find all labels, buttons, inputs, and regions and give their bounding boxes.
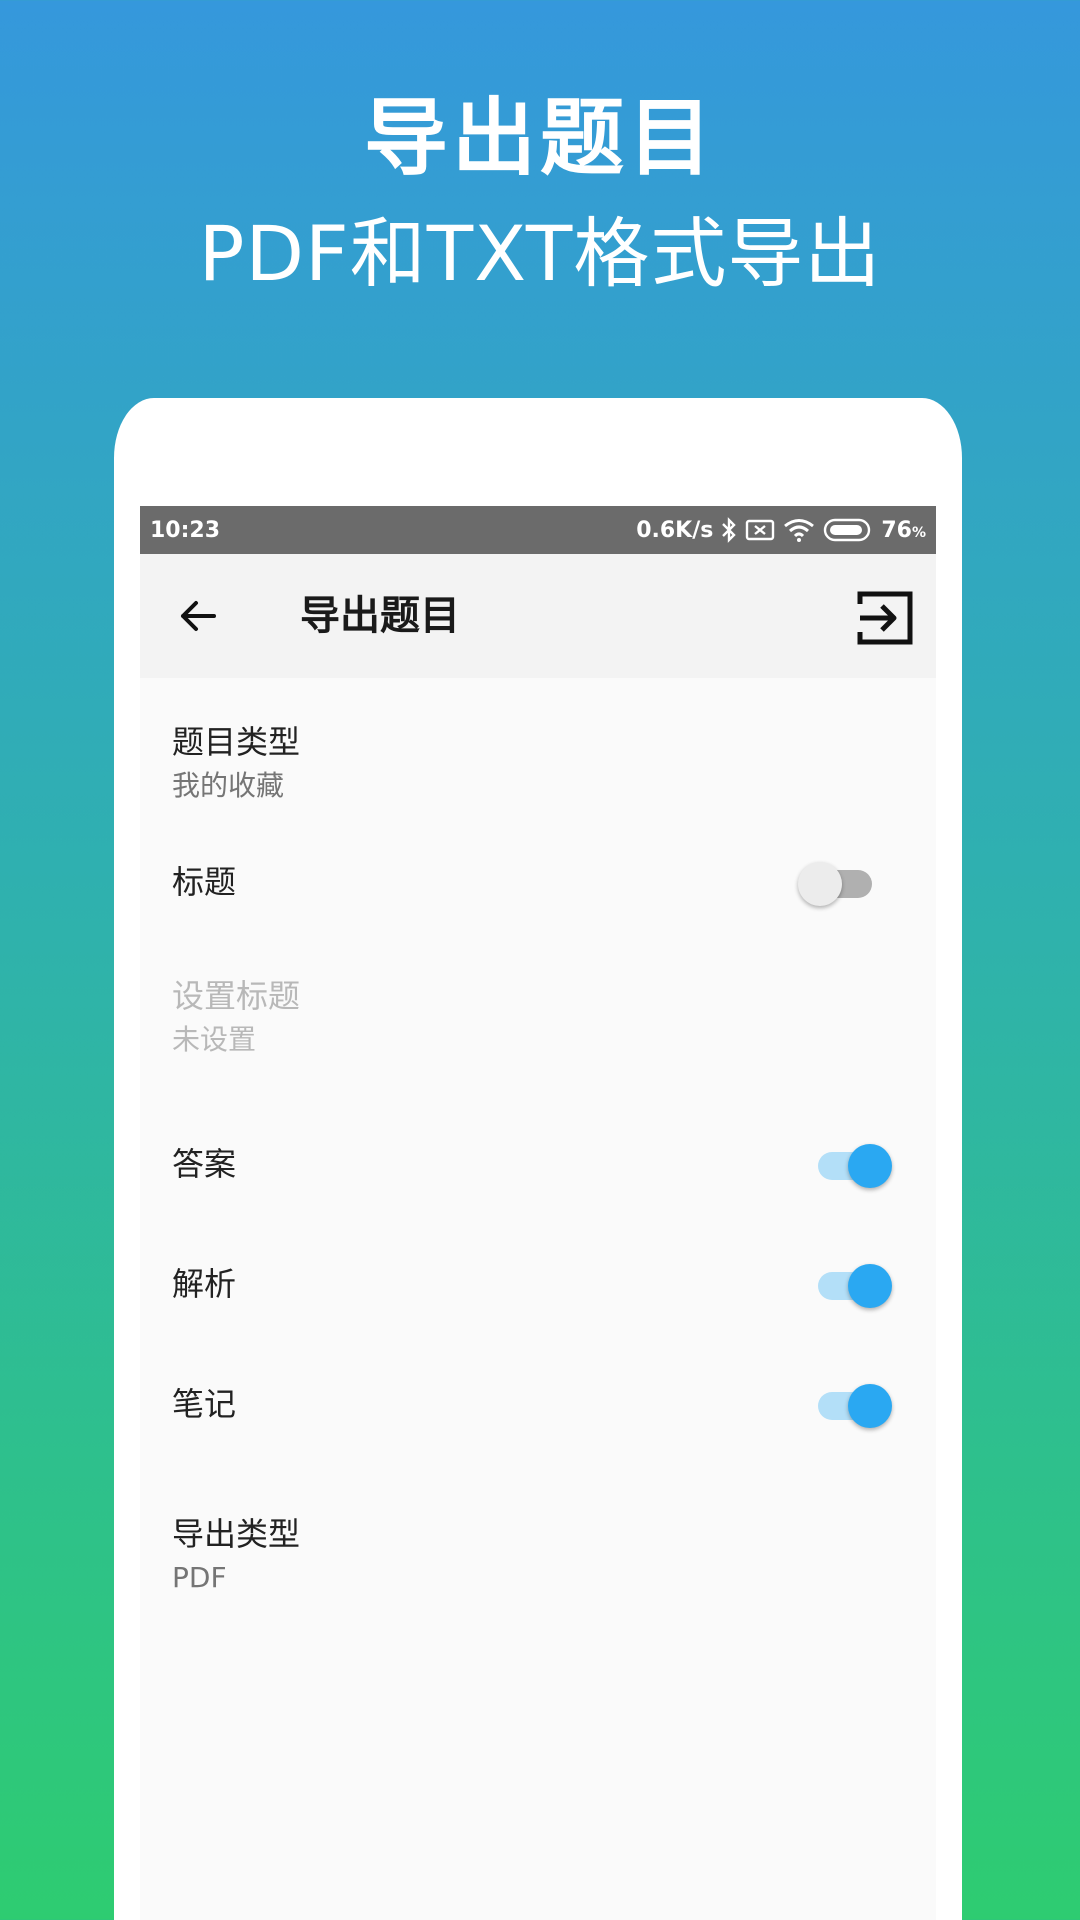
arrow-left-icon	[181, 601, 216, 631]
setting-heading[interactable]: 标题	[140, 828, 936, 936]
setting-export-type[interactable]: 导出类型 PDF	[140, 1478, 936, 1608]
setting-export-type-title: 导出类型	[172, 1515, 301, 1553]
back-button[interactable]	[174, 592, 222, 640]
app-screen: 10:23 0.6K/s 76% 导出题目 题目类型 我的收藏 标题 设置标题 …	[140, 506, 936, 1920]
app-bar: 导出题目	[140, 554, 936, 678]
export-button[interactable]	[856, 588, 916, 648]
setting-export-type-value: PDF	[172, 1561, 227, 1594]
wifi-icon	[783, 518, 815, 542]
status-right: 0.6K/s 76%	[636, 517, 926, 543]
setting-heading-title: 标题	[172, 863, 237, 901]
setting-set-heading-value: 未设置	[172, 1023, 257, 1056]
battery-level: 76%	[881, 517, 926, 543]
setting-answer-title: 答案	[172, 1145, 237, 1183]
answer-toggle[interactable]	[808, 1140, 892, 1188]
analysis-toggle[interactable]	[808, 1260, 892, 1308]
battery-icon	[823, 518, 873, 542]
setting-question-type-value: 我的收藏	[172, 769, 285, 802]
promo-title: 导出题目	[363, 89, 716, 187]
setting-notes-title: 笔记	[172, 1385, 237, 1423]
setting-set-heading-title: 设置标题	[172, 977, 301, 1015]
status-bar: 10:23 0.6K/s 76%	[140, 506, 936, 554]
app-bar-title: 导出题目	[300, 593, 460, 639]
setting-notes[interactable]: 笔记	[140, 1348, 936, 1456]
toggle-thumb	[848, 1264, 892, 1308]
toggle-thumb	[798, 862, 842, 906]
heading-toggle[interactable]	[798, 858, 878, 906]
export-icon	[857, 591, 913, 645]
setting-analysis[interactable]: 解析	[140, 1228, 936, 1336]
sim-none-icon	[745, 519, 775, 541]
setting-question-type-title: 题目类型	[172, 723, 301, 761]
promo-subtitle: PDF和TXT格式导出	[198, 209, 882, 298]
bluetooth-icon	[721, 517, 737, 543]
setting-question-type[interactable]: 题目类型 我的收藏	[140, 698, 936, 818]
toggle-thumb	[848, 1144, 892, 1188]
notes-toggle[interactable]	[808, 1380, 892, 1428]
setting-set-heading: 设置标题 未设置	[140, 940, 936, 1080]
promo-headline: 导出题目 PDF和TXT格式导出	[0, 88, 1080, 302]
status-time: 10:23	[150, 517, 221, 543]
setting-analysis-title: 解析	[172, 1265, 237, 1303]
network-speed: 0.6K/s	[636, 517, 714, 543]
toggle-thumb	[848, 1384, 892, 1428]
setting-answer[interactable]: 答案	[140, 1108, 936, 1216]
